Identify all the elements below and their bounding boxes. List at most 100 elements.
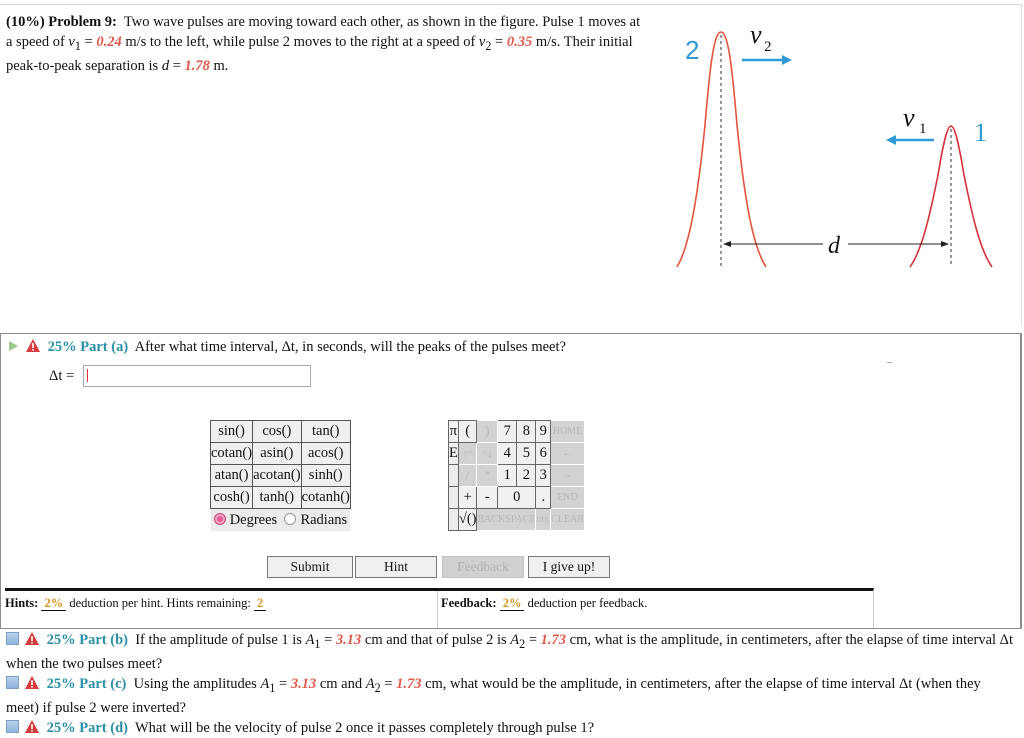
key-sqrt[interactable]: √() [457, 508, 478, 531]
part-c[interactable]: 25% Part (c) Using the amplitudes A1 = 3… [6, 674, 1016, 718]
hint-feedback-bar: Hints: 2% deduction per hint. Hints rema… [5, 588, 874, 628]
key-multiply: * [476, 464, 499, 487]
key-3[interactable]: 3 [535, 464, 552, 487]
part-d[interactable]: 25% Part (d) What will be the velocity o… [6, 718, 1016, 738]
key-cos[interactable]: cos() [252, 420, 302, 443]
part-d-text: What will be the velocity of pulse 2 onc… [134, 719, 595, 736]
key-dot[interactable]: . [535, 486, 552, 509]
key-divide: / [457, 464, 478, 487]
problem-text: (10%) Problem 9: Two wave pulses are mov… [6, 12, 646, 76]
part-collapsed-icon[interactable] [6, 632, 19, 645]
warning-icon [25, 632, 39, 645]
part-d-label: Part (d) [79, 719, 128, 736]
v2-label-sub: 2 [764, 39, 772, 55]
feedback-info: Feedback: 2% deduction per feedback. [441, 596, 647, 611]
degrees-label[interactable]: Degrees [230, 512, 278, 528]
key-up: ↑^ [457, 442, 478, 465]
key-4[interactable]: 4 [497, 442, 518, 465]
give-up-button[interactable]: I give up! [528, 556, 610, 578]
part-b-text-2: cm and that of pulse 2 is [361, 632, 511, 648]
key-end: END [550, 486, 585, 509]
key-5[interactable]: 5 [516, 442, 537, 465]
key-minus[interactable]: - [476, 486, 499, 509]
d-value: 1.78 [184, 57, 210, 74]
answer-row: Δt = [49, 365, 311, 387]
part-a-label: Part (a) [80, 339, 129, 355]
equals: = [275, 675, 291, 692]
key-9[interactable]: 9 [535, 420, 552, 443]
v2-value: 0.35 [506, 34, 533, 50]
part-c-text-2: cm and [316, 675, 366, 692]
feedback-deduction: 2% [499, 596, 525, 611]
warning-icon [25, 719, 39, 733]
hint-deduction: 2% [41, 596, 67, 611]
answer-input[interactable] [83, 365, 311, 387]
key-cotanh[interactable]: cotanh() [300, 486, 351, 509]
part-a-header: 25% Part (a) After what time interval, Δ… [9, 339, 566, 356]
hint-button[interactable]: Hint [355, 556, 437, 578]
key-backspace: BACKSPACE [476, 508, 537, 531]
key-acos[interactable]: acos() [300, 442, 351, 465]
key-acotan[interactable]: acotan() [252, 464, 302, 487]
degrees-radio[interactable] [213, 512, 226, 525]
problem-title: Problem 9: [48, 14, 117, 30]
d-arrow-head-left [723, 241, 731, 247]
radians-radio[interactable] [284, 512, 297, 525]
pulse-1-label: 1 [974, 118, 987, 147]
key-sin[interactable]: sin() [209, 420, 254, 443]
warning-icon [25, 675, 39, 689]
key-tanh[interactable]: tanh() [252, 486, 302, 509]
v1-label-sub: 1 [919, 121, 927, 137]
v2-arrow-head [782, 55, 792, 65]
key-sinh[interactable]: sinh() [300, 464, 351, 487]
part-collapsed-icon[interactable] [6, 675, 19, 689]
submit-button[interactable]: Submit [267, 556, 353, 578]
v1-label: v [903, 103, 915, 132]
d-arrow-head-right [941, 241, 949, 247]
key-7[interactable]: 7 [497, 420, 518, 443]
key-0[interactable]: 0 [497, 486, 537, 509]
key-left-arrow: ← [550, 442, 585, 465]
function-keys: sin() cos() tan() cotan() asin() acos() … [209, 420, 351, 531]
a2-symbol: A [510, 632, 520, 648]
key-tan[interactable]: tan() [300, 420, 351, 443]
equals: = [491, 34, 507, 50]
key-down: ^↓ [476, 442, 499, 465]
equals: = [525, 632, 541, 648]
part-d-percent: 25% [46, 719, 76, 736]
a1-value: 3.13 [290, 675, 317, 692]
v1-value: 0.24 [96, 34, 122, 50]
radians-label[interactable]: Radians [300, 512, 347, 528]
divider-mark [887, 362, 892, 363]
d-symbol: d [161, 57, 170, 74]
part-b[interactable]: 25% Part (b) If the amplitude of pulse 1… [6, 630, 1016, 674]
part-a-question: After what time interval, Δt, in seconds… [134, 339, 566, 355]
feedback-button: Feedback [442, 556, 524, 578]
key-cotan[interactable]: cotan() [209, 442, 254, 465]
key-1[interactable]: 1 [497, 464, 518, 487]
key-blank-1 [448, 464, 459, 487]
hints-info: Hints: 2% deduction per hint. Hints rema… [5, 596, 267, 611]
pulse-2-label: 2 [685, 35, 699, 65]
key-pi[interactable]: π [448, 420, 459, 443]
key-cosh[interactable]: cosh() [209, 486, 254, 509]
key-asin[interactable]: asin() [252, 442, 302, 465]
hints-label: Hints: [5, 596, 39, 610]
key-8[interactable]: 8 [516, 420, 537, 443]
d-label: d [828, 233, 841, 259]
part-b-percent: 25% [46, 632, 76, 648]
remaining-parts: 25% Part (b) If the amplitude of pulse 1… [6, 630, 1016, 738]
a2-value: 1.73 [540, 632, 567, 648]
expand-play-icon[interactable] [9, 341, 18, 351]
key-6[interactable]: 6 [535, 442, 552, 465]
part-c-label: Part (c) [79, 675, 127, 692]
key-atan[interactable]: atan() [209, 464, 254, 487]
part-collapsed-icon[interactable] [6, 719, 19, 733]
problem-text-2: m/s to the left, while pulse 2 moves to … [121, 34, 479, 50]
key-2[interactable]: 2 [516, 464, 537, 487]
key-e[interactable]: E [448, 442, 459, 465]
key-plus[interactable]: + [457, 486, 478, 509]
key-lparen[interactable]: ( [457, 420, 478, 443]
part-c-text-1: Using the amplitudes [133, 675, 261, 692]
a2-symbol: A [365, 675, 375, 692]
